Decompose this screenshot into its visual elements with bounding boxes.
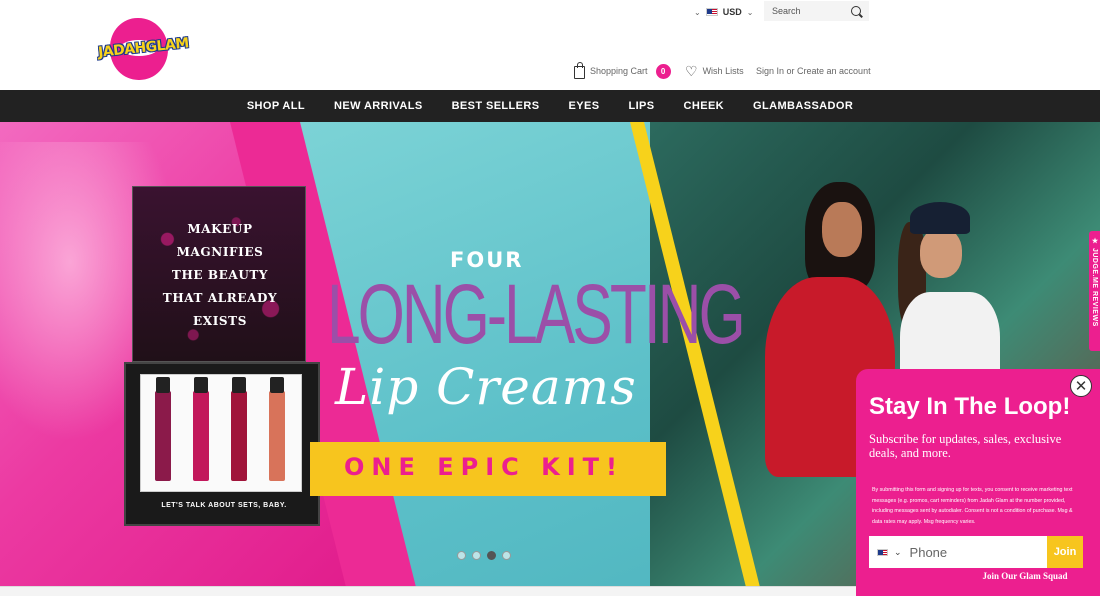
nav-item-new-arrivals[interactable]: NEW ARRIVALS [334, 100, 423, 112]
slider-dot-active[interactable] [487, 551, 496, 560]
popup-subtitle: Subscribe for updates, sales, exclusive … [869, 432, 1062, 460]
nav-item-eyes[interactable]: EYES [569, 100, 600, 112]
heart-icon: ♡ [685, 63, 698, 79]
popup-title: Stay In The Loop! [869, 393, 1071, 420]
wishlist-link[interactable]: ♡ Wish Lists [685, 63, 744, 79]
lip-cream-tube [155, 377, 171, 481]
slider-dot[interactable] [472, 551, 481, 560]
kit-well [140, 374, 302, 492]
us-flag-icon[interactable] [877, 548, 888, 556]
slider-dot[interactable] [502, 551, 511, 560]
kit-tagline: LET'S TALK ABOUT SETS, BABY. [161, 502, 287, 509]
cart-count-badge: 0 [655, 63, 671, 79]
shopping-bag-icon [574, 61, 585, 79]
site-header: JADAHGLAM ⌄ USD ⌄ Search Shopping Cart 0… [0, 0, 1100, 90]
phone-signup-row: ⌄ Phone Join [869, 536, 1083, 568]
search-icon[interactable] [851, 6, 861, 16]
lip-cream-tube [231, 377, 247, 481]
main-nav: SHOP ALL NEW ARRIVALS BEST SELLERS EYES … [0, 90, 1100, 122]
kit-quote-line: THAT ALREADY [162, 291, 278, 305]
lip-kit-box: MAKEUP MAGNIFIES THE BEAUTY THAT ALREADY… [120, 186, 320, 526]
chevron-down-icon[interactable]: ⌄ [894, 547, 902, 558]
kit-quote: MAKEUP MAGNIFIES THE BEAUTY THAT ALREADY… [120, 218, 320, 333]
cart-label: Shopping Cart [590, 66, 648, 76]
nav-item-glambassador[interactable]: GLAMBASSADOR [753, 100, 853, 112]
page: JADAHGLAM ⌄ USD ⌄ Search Shopping Cart 0… [0, 0, 1100, 596]
kit-tray: LET'S TALK ABOUT SETS, BABY. [124, 362, 320, 526]
phone-input[interactable]: ⌄ Phone [869, 536, 1047, 568]
phone-placeholder: Phone [909, 544, 948, 560]
kit-quote-line: MAKEUP [187, 222, 253, 236]
chevron-down-icon: ⌄ [746, 7, 754, 17]
nav-item-shop-all[interactable]: SHOP ALL [247, 100, 305, 112]
chevron-down-icon: ⌄ [694, 7, 701, 17]
us-flag-icon [705, 8, 718, 16]
lip-cream-tube [269, 377, 285, 481]
currency-selector[interactable]: ⌄ USD ⌄ [694, 5, 753, 19]
slider-dots [457, 551, 511, 560]
slider-dot[interactable] [457, 551, 466, 560]
hero-headline-script: Lip Creams [335, 358, 637, 416]
search-input[interactable]: Search [764, 1, 869, 21]
popup-legal-text: By submitting this form and signing up f… [872, 487, 1073, 525]
hero-banner-text: ONE EPIC KIT! [344, 453, 624, 481]
wishlist-label: Wish Lists [702, 66, 744, 76]
currency-code: USD [722, 7, 742, 17]
join-button[interactable]: Join [1047, 536, 1083, 568]
jadah-glam-logo[interactable]: JADAHGLAM [97, 18, 189, 82]
kit-quote-line: EXISTS [193, 314, 247, 328]
nav-item-lips[interactable]: LIPS [628, 100, 654, 112]
kit-quote-line: THE BEAUTY [171, 268, 269, 282]
nav-item-best-sellers[interactable]: BEST SELLERS [452, 100, 540, 112]
kit-quote-line: MAGNIFIES [176, 245, 264, 259]
search-placeholder: Search [772, 6, 801, 16]
close-icon[interactable]: ✕ [1070, 375, 1092, 397]
hero-headline-big: LONG-LASTING [327, 267, 746, 361]
account-link[interactable]: Sign In or Create an account [756, 66, 871, 76]
join-glam-squad-text: Join Our Glam Squad [982, 571, 1068, 581]
shopping-cart-link[interactable]: Shopping Cart 0 [574, 61, 671, 80]
reviews-tab[interactable]: ★ JUDGE.ME REVIEWS [1089, 231, 1100, 351]
nav-item-cheek[interactable]: CHEEK [684, 100, 725, 112]
lip-cream-tube [193, 377, 209, 481]
reviews-tab-label: ★ JUDGE.ME REVIEWS [1091, 237, 1098, 327]
